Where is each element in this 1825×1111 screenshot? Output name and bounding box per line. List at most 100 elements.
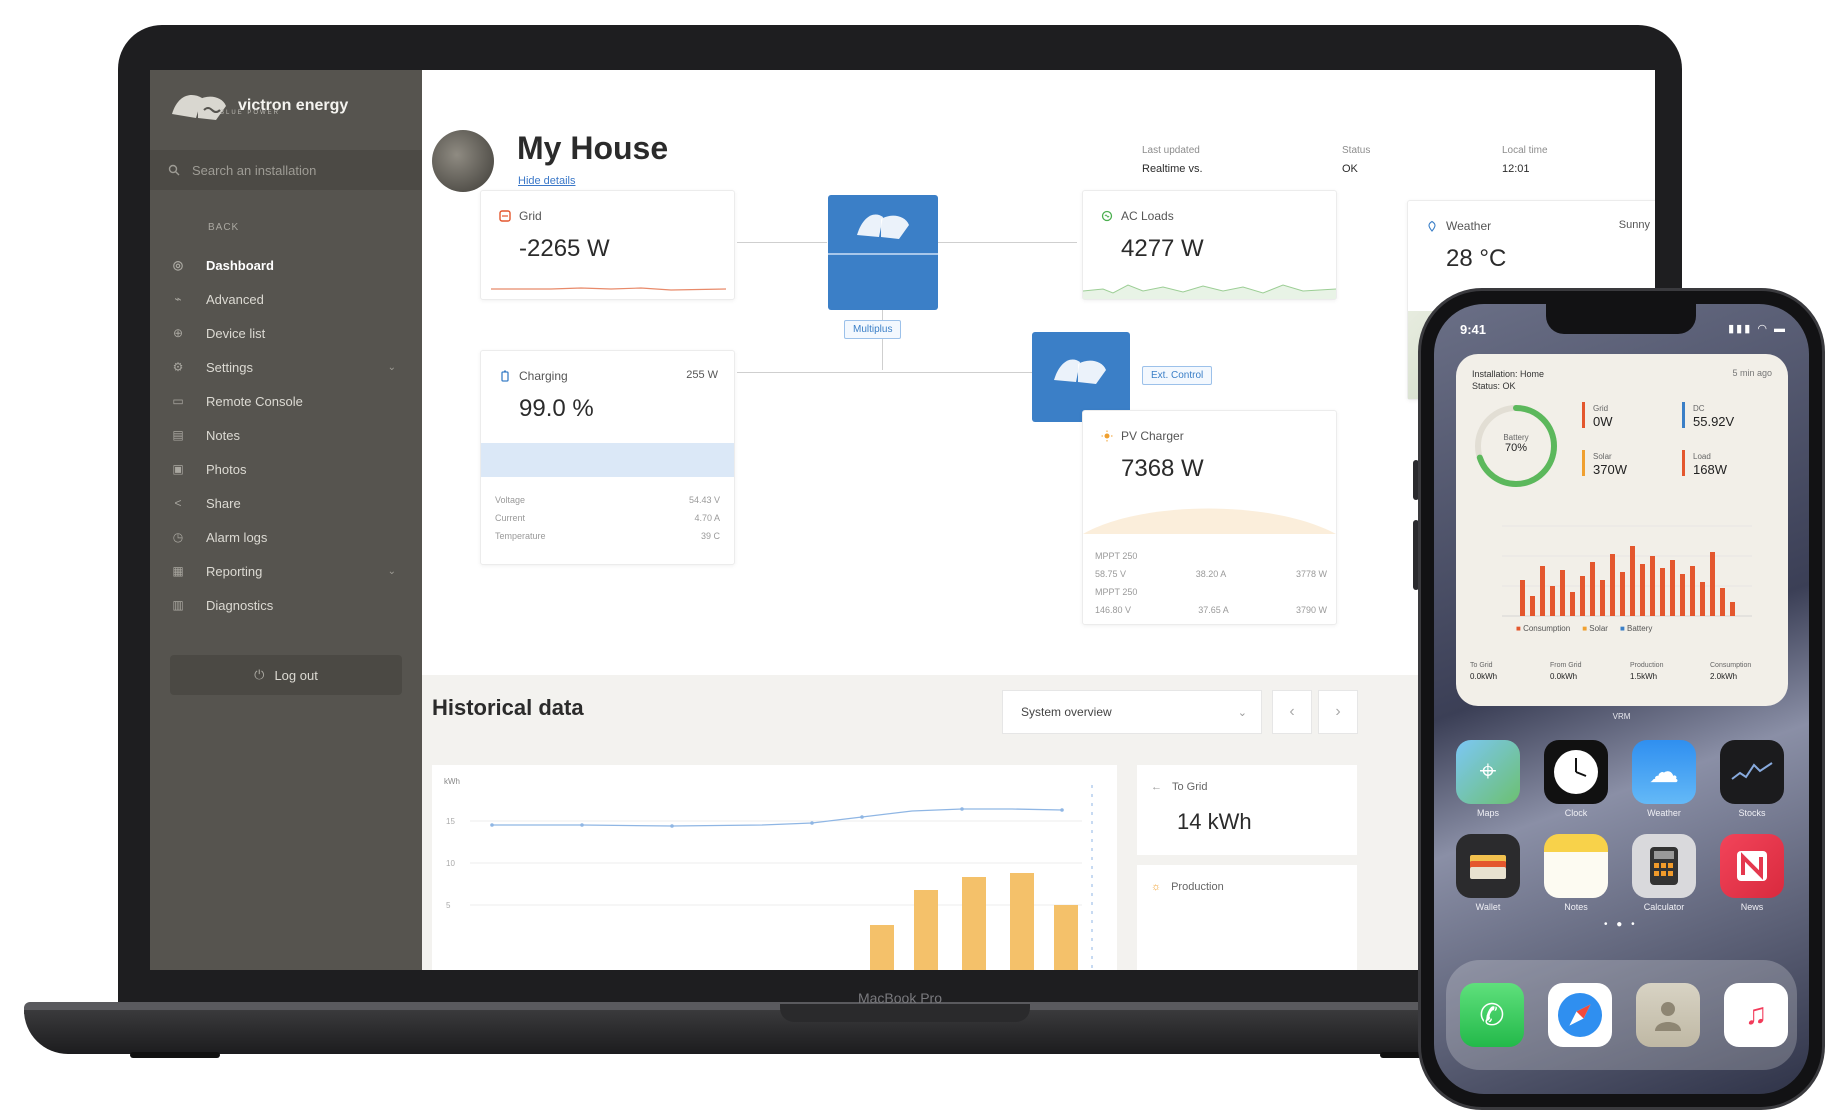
- widget-stat-grid: Grid 0W: [1582, 402, 1613, 428]
- footer-value: 2.0kWh: [1710, 672, 1738, 681]
- safari-icon[interactable]: [1548, 983, 1612, 1047]
- grid-sparkline: [491, 287, 726, 291]
- flow-line: [937, 242, 1077, 243]
- battery-current-label: Current: [495, 513, 526, 523]
- chevron-down-icon: ⌄: [387, 361, 396, 373]
- pv-charger-card[interactable]: PV Charger 7368 W MPPT 250 58.75 V 38.20 …: [1082, 410, 1337, 625]
- local-time: Local time 12:01: [1502, 142, 1548, 178]
- battery-ring-value: 70%: [1504, 442, 1528, 454]
- sidebar-item-settings[interactable]: ⚙ Settings ⌄: [150, 350, 422, 384]
- app-label: News: [1740, 902, 1764, 912]
- history-view-select[interactable]: System overview ⌄: [1002, 690, 1262, 734]
- sidebar-item-alarm-logs[interactable]: ◷ Alarm logs: [150, 520, 422, 554]
- ess-tag[interactable]: Ext. Control: [1142, 366, 1213, 385]
- wallet-icon[interactable]: [1456, 834, 1520, 898]
- music-icon[interactable]: ♫: [1724, 983, 1788, 1047]
- legend-label: Battery: [1627, 624, 1653, 633]
- battery-details-values: 54.43 V 4.70 A 39 C: [689, 491, 720, 545]
- search-input[interactable]: [192, 162, 392, 178]
- sidebar-item-dashboard[interactable]: ◎ Dashboard: [150, 248, 422, 282]
- gear-icon: ⚙: [172, 360, 184, 374]
- installation-search: [150, 150, 422, 190]
- to-grid-card[interactable]: ← To Grid 14 kWh: [1137, 765, 1357, 855]
- pv-row: MPPT 250: [1095, 547, 1327, 565]
- sidebar-item-label: Dashboard: [206, 257, 274, 273]
- battery-temp-label: Temperature: [495, 531, 546, 541]
- widget-footer-production: Production 1.5kWh: [1630, 660, 1663, 682]
- brand-tagline: BLUE POWER: [220, 110, 281, 116]
- dashboard-icon: ◎: [172, 258, 184, 272]
- wallet-cards-icon: [1470, 855, 1506, 879]
- widget-footer-consumption: Consumption 2.0kWh: [1710, 660, 1751, 682]
- battery-card[interactable]: Charging 255 W 99.0 % Voltage Current Te…: [480, 350, 735, 565]
- sidebar-item-label: Alarm logs: [206, 529, 268, 545]
- stocks-icon[interactable]: [1720, 740, 1784, 804]
- ac-loads-label: AC Loads: [1121, 209, 1174, 223]
- victron-logo-icon: [172, 95, 226, 120]
- installation-avatar[interactable]: [432, 130, 494, 192]
- next-period-button[interactable]: ›: [1318, 690, 1358, 734]
- weather-label: Weather: [1446, 219, 1492, 233]
- sidebar-item-photos[interactable]: ▣ Photos: [150, 452, 422, 486]
- multiplus-tag[interactable]: Multiplus: [844, 320, 902, 339]
- historical-title: Historical data: [432, 695, 584, 720]
- calculator-keys-icon: [1650, 847, 1678, 885]
- prev-period-button[interactable]: ‹: [1272, 690, 1312, 734]
- production-card[interactable]: ☼ Production: [1137, 865, 1357, 970]
- status-value: OK: [1342, 163, 1358, 175]
- sidebar-item-remote-console[interactable]: ▭ Remote Console: [150, 384, 422, 418]
- pv-tracker-name: MPPT 250: [1095, 551, 1138, 561]
- sidebar-item-advanced[interactable]: ⌁ Advanced: [150, 282, 422, 316]
- news-n-icon: [1737, 851, 1767, 881]
- battery-details-keys: Voltage Current Temperature: [495, 491, 546, 545]
- location-pin-icon: [1428, 220, 1436, 232]
- multiplus-device[interactable]: [828, 195, 938, 310]
- production-label: Production: [1171, 881, 1224, 893]
- grid-card[interactable]: Grid -2265 W: [480, 190, 735, 300]
- ac-loads-icon: [1101, 210, 1113, 222]
- logout-label: Log out: [274, 667, 318, 683]
- news-icon[interactable]: [1720, 834, 1784, 898]
- logout-button[interactable]: ⏻ Log out: [170, 655, 402, 695]
- alarm-icon: ◷: [172, 530, 184, 544]
- compass-icon: [1558, 993, 1602, 1037]
- pv-header: PV Charger: [1101, 429, 1184, 443]
- ac-loads-card[interactable]: AC Loads 4277 W: [1082, 190, 1337, 300]
- phone-status-time: 9:41: [1460, 322, 1487, 337]
- sidebar-item-label: Photos: [206, 461, 247, 477]
- sun-icon: [1101, 430, 1113, 442]
- weather-icon[interactable]: ☁: [1632, 740, 1696, 804]
- maps-icon[interactable]: ⌖: [1456, 740, 1520, 804]
- sidebar-item-label: Device list: [206, 325, 266, 341]
- sidebar-item-share[interactable]: < Share: [150, 486, 422, 520]
- sidebar-item-notes[interactable]: ▤ Notes: [150, 418, 422, 452]
- sidebar-item-reporting[interactable]: ▦ Reporting ⌄: [150, 554, 422, 588]
- flow-line: [882, 310, 883, 370]
- phone-icon[interactable]: ✆: [1460, 983, 1524, 1047]
- device-divider: [828, 253, 938, 255]
- battery-card-header: Charging: [499, 369, 568, 383]
- local-time-label: Local time: [1502, 145, 1548, 156]
- sidebar-item-label: Remote Console: [206, 393, 303, 409]
- person-icon: [1655, 1002, 1681, 1031]
- widget-stat-load: Load 168W: [1682, 450, 1727, 476]
- diagnostics-icon: ▥: [172, 598, 184, 612]
- battery-voltage-label: Voltage: [495, 495, 526, 505]
- vrm-widget[interactable]: Installation: Home Status: OK 5 min ago …: [1456, 354, 1788, 706]
- nav-back-link[interactable]: BACK: [208, 222, 239, 233]
- hide-details-link[interactable]: Hide details: [518, 175, 575, 187]
- app-label: Notes: [1564, 902, 1588, 912]
- sidebar-item-device-list[interactable]: ⊕ Device list: [150, 316, 422, 350]
- clock-icon[interactable]: [1544, 740, 1608, 804]
- notes-app-icon[interactable]: [1544, 834, 1608, 898]
- ess-device[interactable]: [1032, 332, 1130, 422]
- app-label: Maps: [1476, 808, 1499, 818]
- history-chart[interactable]: kWh 15 10 5: [432, 765, 1117, 970]
- sidebar-item-diagnostics[interactable]: ▥ Diagnostics: [150, 588, 422, 622]
- calculator-icon[interactable]: [1632, 834, 1696, 898]
- footer-value: 0.0kWh: [1470, 672, 1498, 681]
- victron-logo[interactable]: victron energy BLUE POWER: [168, 88, 348, 124]
- pv-value: 7368 W: [1121, 455, 1204, 482]
- contacts-icon[interactable]: [1636, 983, 1700, 1047]
- widget-updated-ago: 5 min ago: [1732, 368, 1772, 378]
